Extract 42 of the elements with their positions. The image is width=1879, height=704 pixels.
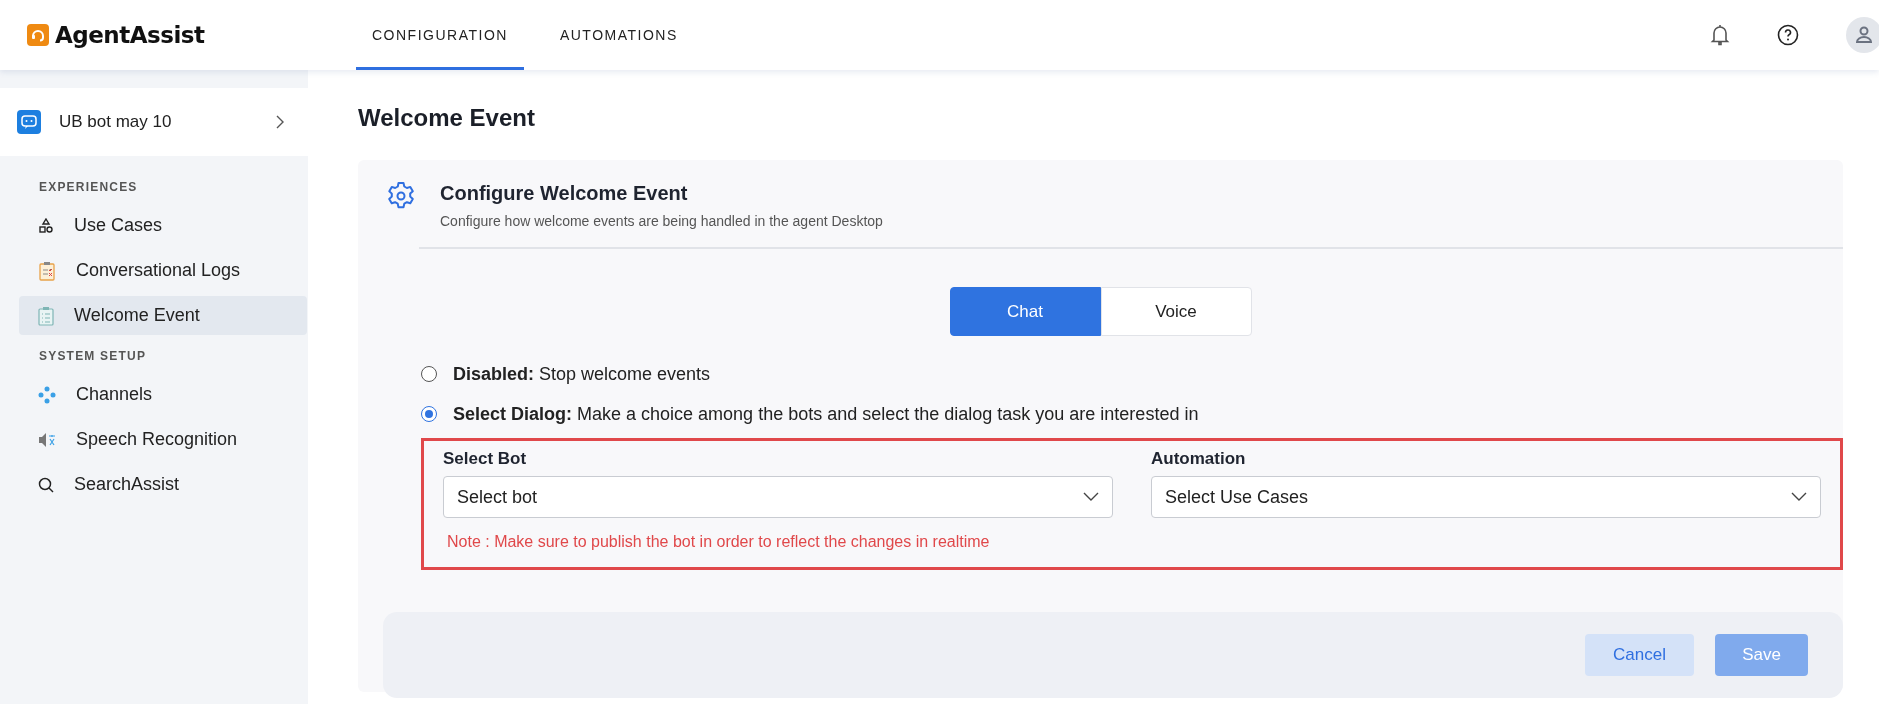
option-label: Select Dialog: Make a choice among the bots and select the dialog task you are interested in [453, 403, 1199, 425]
dropdown-field[interactable]: Select Use Cases [1151, 476, 1821, 518]
checklist-icon [38, 305, 54, 326]
sidebar-item[interactable]: Speech Recognition [19, 420, 307, 459]
sidebar-item[interactable]: Use Cases [19, 206, 307, 245]
headset-logo-icon [27, 24, 49, 46]
chevron-down-icon [1791, 492, 1807, 501]
channel-toggle[interactable]: Voice [1100, 287, 1252, 336]
bot-selector[interactable]: UB bot may 10 [0, 88, 308, 156]
nav-tab[interactable]: AUTOMATIONS [543, 0, 694, 70]
section-heading: SYSTEM SETUP [38, 348, 148, 365]
radio-button[interactable] [421, 406, 437, 422]
shapes-icon [38, 217, 54, 234]
sidebar-item[interactable]: Conversational Logs [19, 251, 307, 290]
sidebar-item[interactable]: Channels [19, 375, 307, 414]
user-avatar-icon[interactable] [1846, 17, 1879, 53]
channels-icon [38, 385, 56, 404]
field-label: Select Bot [443, 449, 528, 469]
chevron-down-icon [1083, 492, 1099, 501]
app-logo-text: AgentAssist [55, 22, 205, 48]
clipboard-icon [38, 260, 56, 281]
chevron-right-icon [276, 115, 284, 129]
card-title: Configure Welcome Event [440, 182, 689, 205]
card-subtitle: Configure how welcome events are being handled in the agent Desktop [440, 213, 883, 229]
page-title: Welcome Event [358, 104, 536, 132]
help-icon[interactable] [1777, 24, 1799, 46]
dropdown-field[interactable]: Select bot [443, 476, 1113, 518]
field-label: Automation [1151, 449, 1247, 469]
notification-bell-icon[interactable] [1710, 24, 1730, 46]
section-heading: EXPERIENCES [38, 179, 139, 196]
chat-bot-icon [17, 110, 41, 134]
sidebar-item[interactable]: Welcome Event [19, 296, 307, 335]
cancel-button[interactable]: Cancel [1585, 634, 1694, 676]
search-icon [38, 476, 54, 493]
speaker-icon [38, 431, 56, 448]
bot-name: UB bot may 10 [59, 112, 173, 132]
option-label: Disabled: Stop welcome events [453, 363, 711, 385]
note-text: Note : Make sure to publish the bot in order to reflect the changes in realtime [447, 533, 991, 551]
sidebar-item[interactable]: SearchAssist [19, 465, 307, 504]
radio-button[interactable] [421, 366, 437, 382]
nav-tab[interactable]: CONFIGURATION [356, 0, 524, 70]
channel-toggle[interactable]: Chat [949, 287, 1101, 336]
